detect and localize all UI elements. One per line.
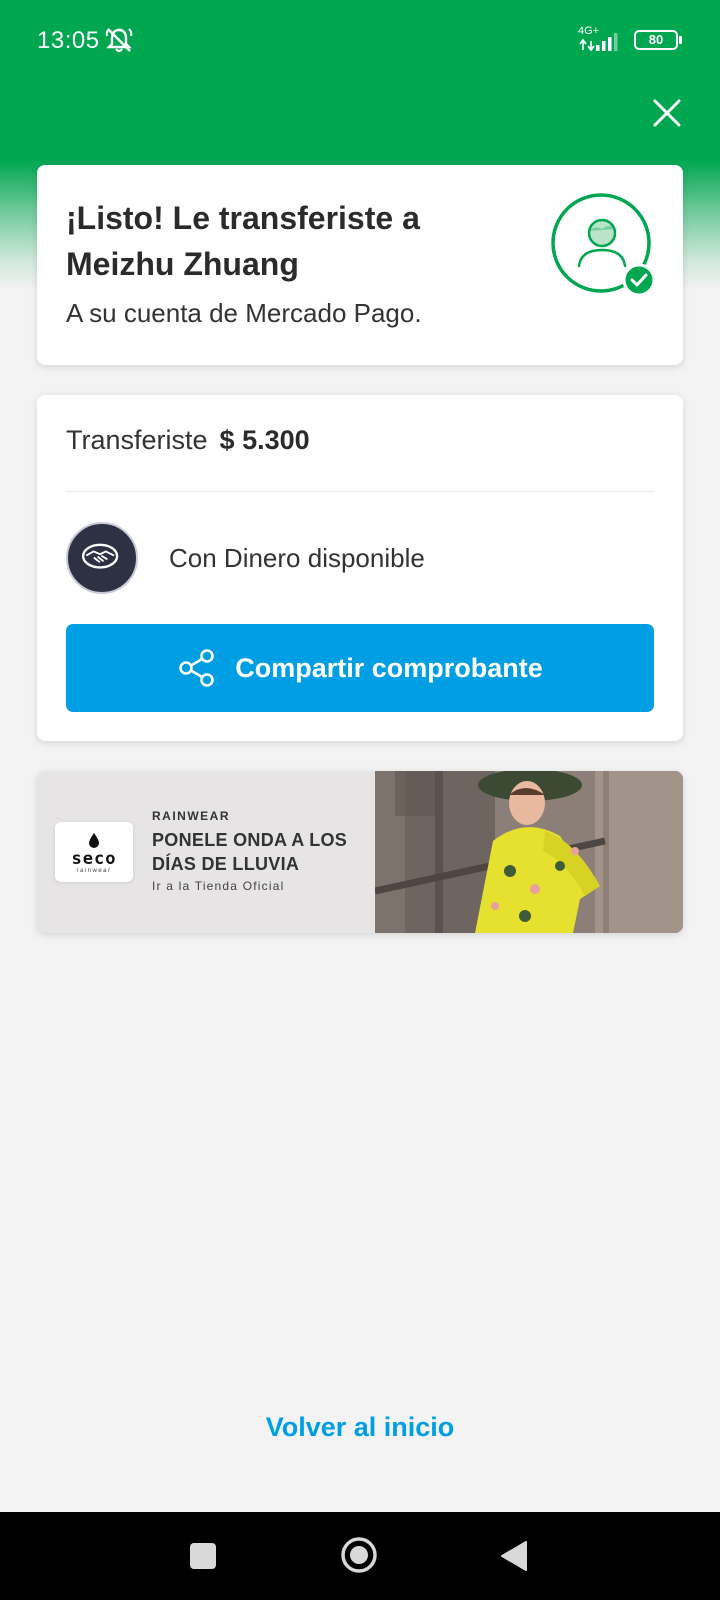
brand-name: seco — [71, 849, 117, 869]
recent-apps-icon[interactable] — [190, 1543, 216, 1569]
banner-cta: Ir a la Tienda Oficial — [152, 879, 285, 893]
battery-cap — [679, 36, 682, 44]
status-bar: 13:05 4G+ 80 — [0, 0, 720, 82]
transfer-card: Transferiste $ 5.300 Con Dinero disponib… — [37, 395, 683, 741]
amount-value: $ 5.300 — [219, 425, 310, 455]
back-icon[interactable] — [500, 1540, 528, 1572]
share-icon — [179, 649, 215, 687]
navigation-bar — [0, 1512, 720, 1600]
brand-subtitle: rainwear — [76, 868, 112, 874]
banner-title: PONELE ONDA A LOS DÍAS DE LLUVIA — [152, 830, 348, 874]
divider — [66, 491, 654, 492]
handshake-icon — [81, 543, 119, 569]
back-home-link[interactable]: Volver al inicio — [0, 1412, 720, 1443]
status-time: 13:05 — [37, 27, 100, 54]
home-icon[interactable] — [340, 1536, 378, 1574]
banner-photo — [375, 771, 683, 933]
promo-banner[interactable]: seco rainwear RAINWEAR PONELE ONDA A LOS… — [37, 771, 683, 933]
close-icon[interactable] — [650, 96, 684, 130]
payment-method-label: Con Dinero disponible — [169, 543, 425, 573]
signal-icon — [579, 33, 618, 52]
confirmation-title: ¡Listo! Le transferiste a Meizhu Zhuang — [66, 200, 420, 282]
confirmation-subtitle: A su cuenta de Mercado Pago. — [66, 298, 422, 328]
payment-method-avatar — [66, 522, 138, 594]
amount-row: Transferiste $ 5.300 — [66, 425, 310, 456]
share-receipt-button[interactable]: Compartir comprobante — [66, 624, 654, 712]
confirmation-card: ¡Listo! Le transferiste a Meizhu Zhuang … — [37, 165, 683, 365]
share-button-label: Compartir comprobante — [235, 652, 543, 683]
battery-level: 80 — [648, 32, 664, 47]
amount-label: Transferiste — [66, 425, 208, 455]
brand-logo: seco rainwear — [55, 822, 133, 882]
battery-icon: 80 — [634, 30, 678, 50]
water-drop-icon — [89, 833, 99, 848]
mute-bell-icon — [105, 28, 133, 53]
banner-eyebrow: RAINWEAR — [152, 809, 230, 823]
user-check-icon — [551, 193, 655, 297]
